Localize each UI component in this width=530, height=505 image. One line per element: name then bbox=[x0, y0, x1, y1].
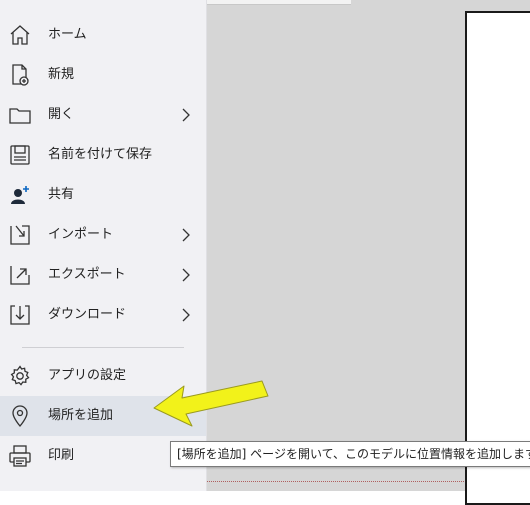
chevron-right-icon bbox=[178, 307, 194, 323]
menu-item-save-as[interactable]: 名前を付けて保存 bbox=[0, 135, 206, 175]
menu-item-download[interactable]: ダウンロード bbox=[0, 295, 206, 335]
save-icon bbox=[8, 143, 32, 167]
canvas-top-strip bbox=[206, 0, 351, 5]
home-icon bbox=[8, 23, 32, 47]
export-icon bbox=[8, 263, 32, 287]
menu-item-import[interactable]: インポート bbox=[0, 215, 206, 255]
menu-separator bbox=[22, 347, 184, 348]
share-user-icon bbox=[8, 183, 32, 207]
menu-item-home[interactable]: ホーム bbox=[0, 15, 206, 55]
menu-item-label: アプリの設定 bbox=[48, 368, 127, 383]
menu-item-open[interactable]: 開く bbox=[0, 95, 206, 135]
printer-icon bbox=[8, 444, 32, 468]
menu-item-label: 共有 bbox=[48, 187, 75, 202]
tooltip: [場所を追加] ページを開いて、このモデルに位置情報を追加します。 bbox=[170, 441, 530, 467]
canvas-guide-line bbox=[206, 481, 466, 482]
menu-item-label: 印刷 bbox=[48, 448, 75, 463]
download-icon bbox=[8, 303, 32, 327]
new-document-icon bbox=[8, 63, 32, 87]
menu-item-export[interactable]: エクスポート bbox=[0, 255, 206, 295]
folder-icon bbox=[8, 103, 32, 127]
menu-item-label: 開く bbox=[48, 107, 75, 122]
location-pin-icon bbox=[8, 404, 32, 428]
chevron-right-icon bbox=[178, 107, 194, 123]
menu-item-label: ダウンロード bbox=[48, 307, 127, 322]
chevron-right-icon bbox=[178, 267, 194, 283]
document-page-preview bbox=[465, 11, 530, 505]
gear-icon bbox=[8, 364, 32, 388]
menu-item-share[interactable]: 共有 bbox=[0, 175, 206, 215]
menu-item-label: インポート bbox=[48, 227, 114, 242]
menu-item-label: 新規 bbox=[48, 67, 75, 82]
menu-item-label: ホーム bbox=[48, 27, 87, 42]
menu-item-label: 名前を付けて保存 bbox=[48, 147, 153, 162]
chevron-right-icon bbox=[178, 227, 194, 243]
menu-item-new[interactable]: 新規 bbox=[0, 55, 206, 95]
menu-item-label: 場所を追加 bbox=[48, 408, 114, 423]
yellow-callout-arrow-icon bbox=[153, 380, 269, 427]
menu-item-label: エクスポート bbox=[48, 267, 126, 282]
import-icon bbox=[8, 223, 32, 247]
